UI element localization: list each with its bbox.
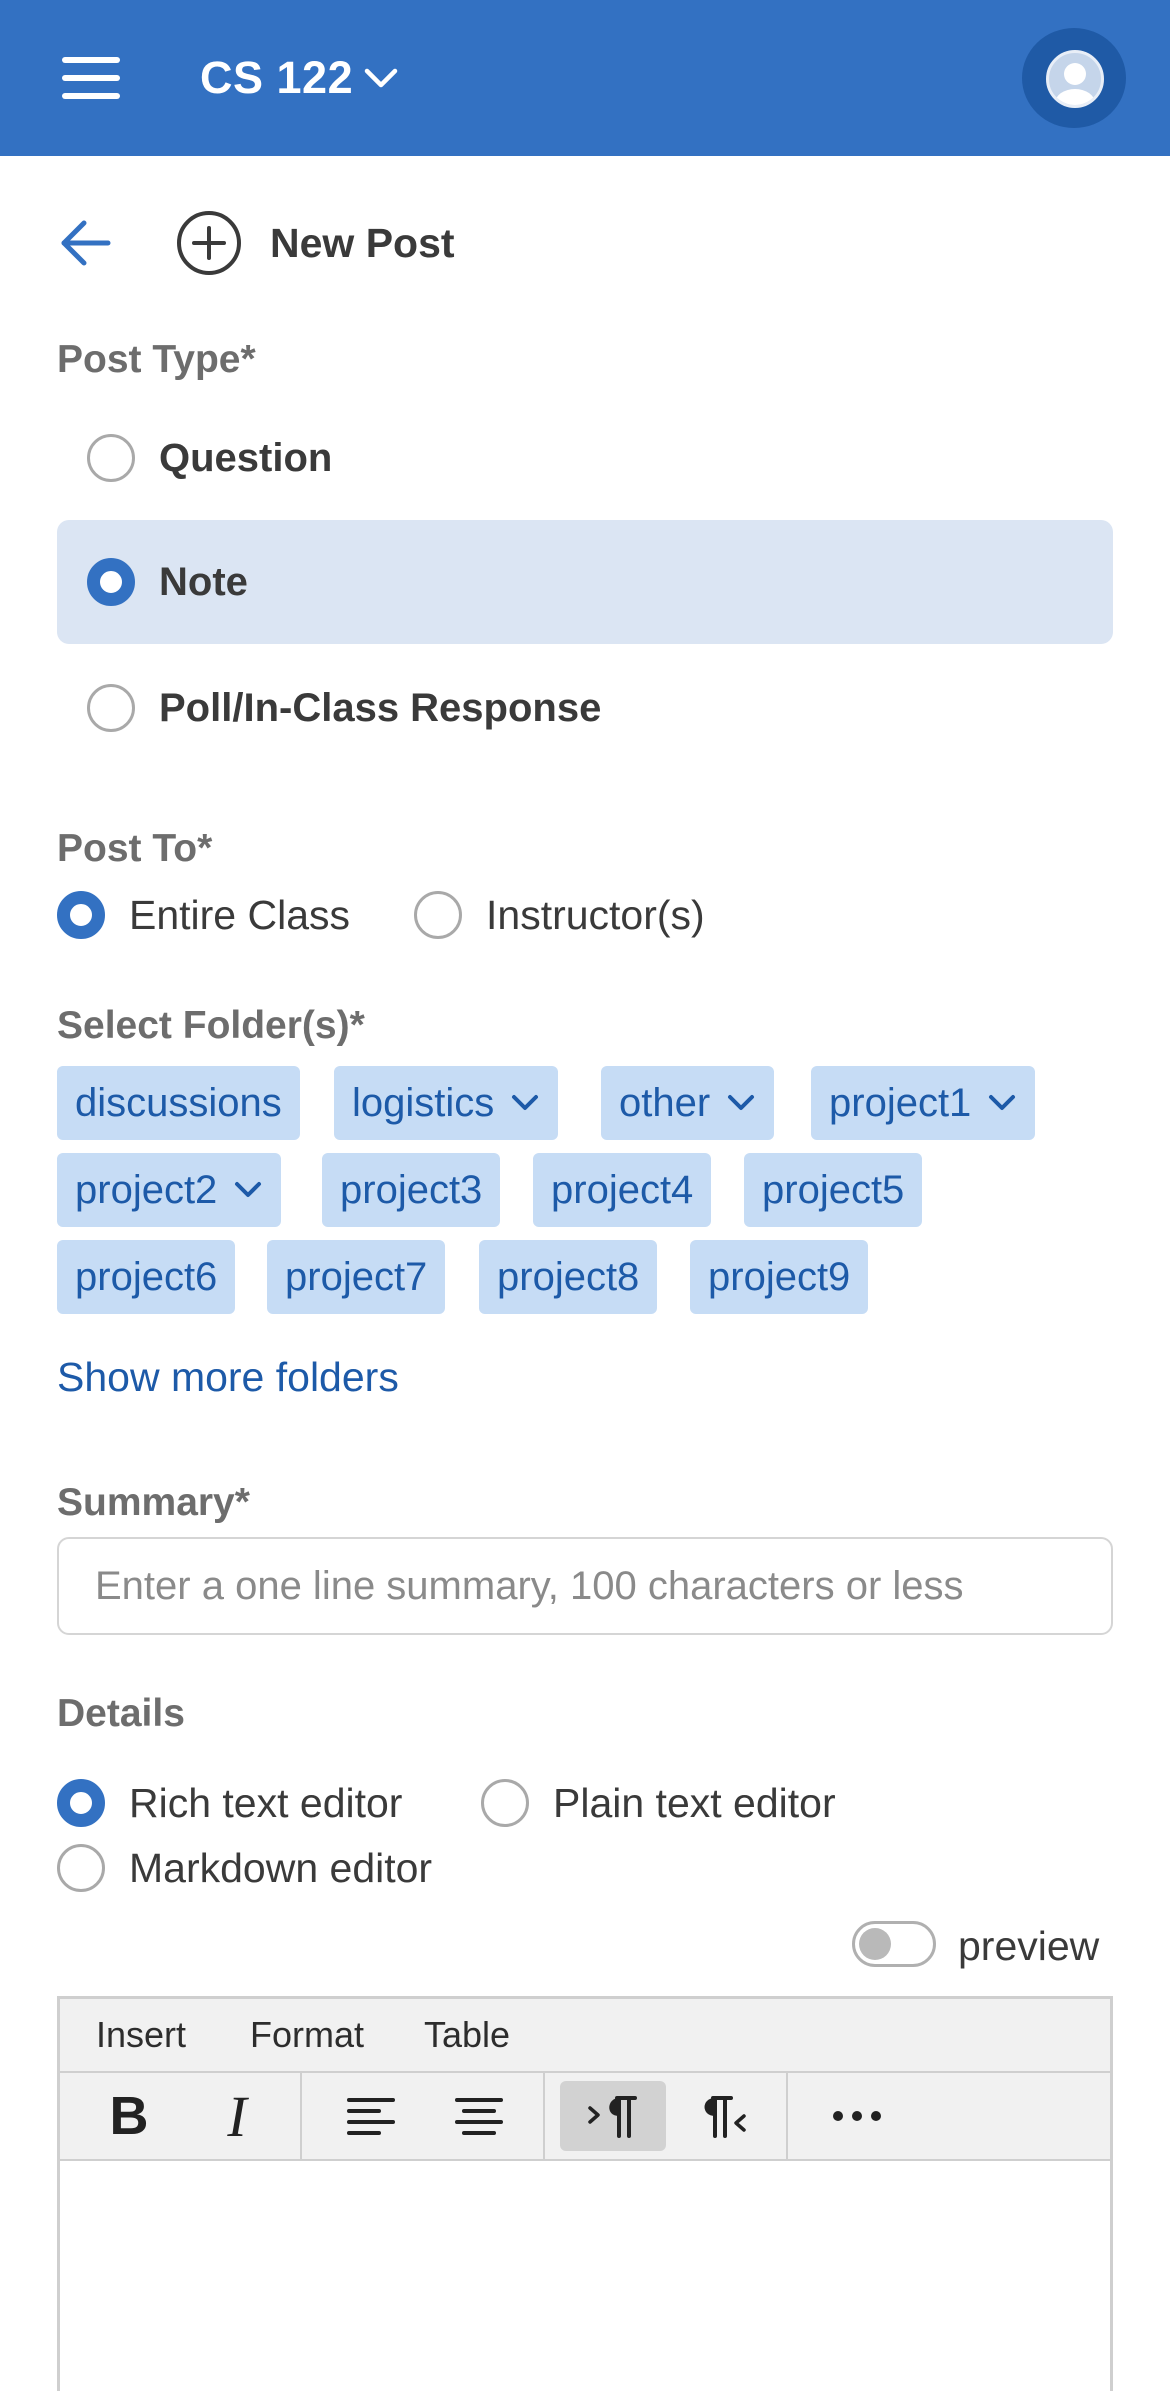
menu-insert[interactable]: Insert: [96, 2013, 186, 2057]
folder-label: logistics: [352, 1081, 495, 1125]
chevron-down-icon: [364, 68, 398, 88]
radio-rich-text[interactable]: [57, 1779, 105, 1827]
folder-chip-project7[interactable]: project7: [267, 1240, 446, 1314]
markdown-label: Markdown editor: [129, 1845, 433, 1891]
folder-label: project4: [551, 1168, 694, 1212]
course-switcher[interactable]: CS 122: [200, 48, 399, 108]
folder-chip-project9[interactable]: project9: [690, 1240, 869, 1314]
radio-instructors[interactable]: [414, 891, 462, 939]
post-type-poll-label: Poll/In-Class Response: [159, 686, 602, 730]
toolbar-divider: [300, 2073, 302, 2159]
italic-icon[interactable]: I: [184, 2081, 290, 2151]
more-options-icon[interactable]: [804, 2081, 910, 2151]
align-center-icon[interactable]: [426, 2081, 532, 2151]
instructors-label: Instructor(s): [486, 892, 705, 938]
folder-chip-project2[interactable]: project2: [57, 1153, 282, 1227]
post-to-entire-class[interactable]: Entire Class: [57, 891, 350, 939]
post-to-label: Post To*: [57, 827, 213, 870]
folder-chip-discussions[interactable]: discussions: [57, 1066, 300, 1140]
course-title: CS 122: [200, 52, 354, 103]
folder-label: other: [619, 1081, 711, 1125]
chevron-down-icon[interactable]: [233, 1180, 263, 1200]
show-more-folders-link[interactable]: Show more folders: [57, 1352, 399, 1402]
folder-label: project6: [75, 1255, 218, 1299]
folder-chip-project4[interactable]: project4: [533, 1153, 712, 1227]
folder-chip-project5[interactable]: project5: [744, 1153, 923, 1227]
rich-text-label: Rich text editor: [129, 1780, 403, 1826]
folder-label: project8: [497, 1255, 640, 1299]
post-type-question[interactable]: Question: [57, 396, 1113, 520]
align-left-icon[interactable]: [318, 2081, 424, 2151]
radio-plain-text[interactable]: [481, 1779, 529, 1827]
folder-label: project1: [829, 1081, 972, 1125]
bold-icon[interactable]: B: [76, 2081, 182, 2151]
folder-label: project3: [340, 1168, 483, 1212]
entire-class-label: Entire Class: [129, 892, 351, 938]
editor-content-area[interactable]: [60, 2163, 1110, 2391]
folder-label: discussions: [75, 1081, 282, 1125]
summary-input[interactable]: [57, 1537, 1113, 1635]
editor-rich-text[interactable]: Rich text editor: [57, 1779, 402, 1827]
page-title: New Post: [270, 220, 455, 266]
folder-chip-project6[interactable]: project6: [57, 1240, 236, 1314]
hamburger-menu-icon[interactable]: [62, 55, 120, 101]
folder-chip-project1[interactable]: project1: [811, 1066, 1036, 1140]
back-arrow-icon[interactable]: [58, 216, 112, 270]
folder-label: project9: [708, 1255, 851, 1299]
editor-toolbar: B I: [60, 2073, 1110, 2161]
ltr-paragraph-icon[interactable]: [560, 2081, 666, 2151]
menu-table[interactable]: Table: [424, 2013, 510, 2057]
toolbar-divider: [786, 2073, 788, 2159]
editor-plain-text[interactable]: Plain text editor: [481, 1779, 836, 1827]
select-folders-label: Select Folder(s)*: [57, 1004, 365, 1047]
editor-markdown[interactable]: Markdown editor: [57, 1844, 432, 1892]
chevron-down-icon[interactable]: [987, 1093, 1017, 1113]
summary-label: Summary*: [57, 1481, 250, 1524]
user-avatar-button[interactable]: [1022, 28, 1126, 128]
rich-text-editor: Insert Format Table B I: [57, 1996, 1113, 2391]
folder-label: project5: [762, 1168, 905, 1212]
toolbar-divider: [543, 2073, 545, 2159]
folder-chip-logistics[interactable]: logistics: [334, 1066, 559, 1140]
radio-question[interactable]: [87, 434, 135, 482]
plus-circle-icon: [177, 211, 241, 275]
user-avatar-icon: [1046, 50, 1104, 108]
folder-label: project2: [75, 1168, 218, 1212]
post-type-label: Post Type*: [57, 338, 256, 381]
folder-chip-project3[interactable]: project3: [322, 1153, 501, 1227]
post-type-note-label: Note: [159, 560, 248, 604]
details-label: Details: [57, 1692, 185, 1735]
chevron-down-icon[interactable]: [510, 1093, 540, 1113]
post-type-poll[interactable]: Poll/In-Class Response: [57, 646, 1113, 770]
radio-entire-class[interactable]: [57, 891, 105, 939]
post-to-instructors[interactable]: Instructor(s): [414, 891, 705, 939]
radio-poll[interactable]: [87, 684, 135, 732]
folder-chip-project8[interactable]: project8: [479, 1240, 658, 1314]
radio-markdown[interactable]: [57, 1844, 105, 1892]
folder-chip-other[interactable]: other: [601, 1066, 775, 1140]
post-type-note[interactable]: Note: [57, 520, 1113, 644]
plain-text-label: Plain text editor: [553, 1780, 836, 1826]
folder-label: project7: [285, 1255, 428, 1299]
toggle-knob: [859, 1928, 891, 1960]
chevron-down-icon[interactable]: [726, 1093, 756, 1113]
preview-toggle[interactable]: [852, 1921, 936, 1967]
editor-menubar: Insert Format Table: [60, 1999, 1110, 2073]
menu-format[interactable]: Format: [250, 2013, 364, 2057]
top-bar: CS 122: [0, 0, 1170, 156]
preview-label: preview: [958, 1923, 1100, 1969]
rtl-paragraph-icon[interactable]: [668, 2081, 774, 2151]
radio-note[interactable]: [87, 558, 135, 606]
post-type-question-label: Question: [159, 436, 333, 480]
